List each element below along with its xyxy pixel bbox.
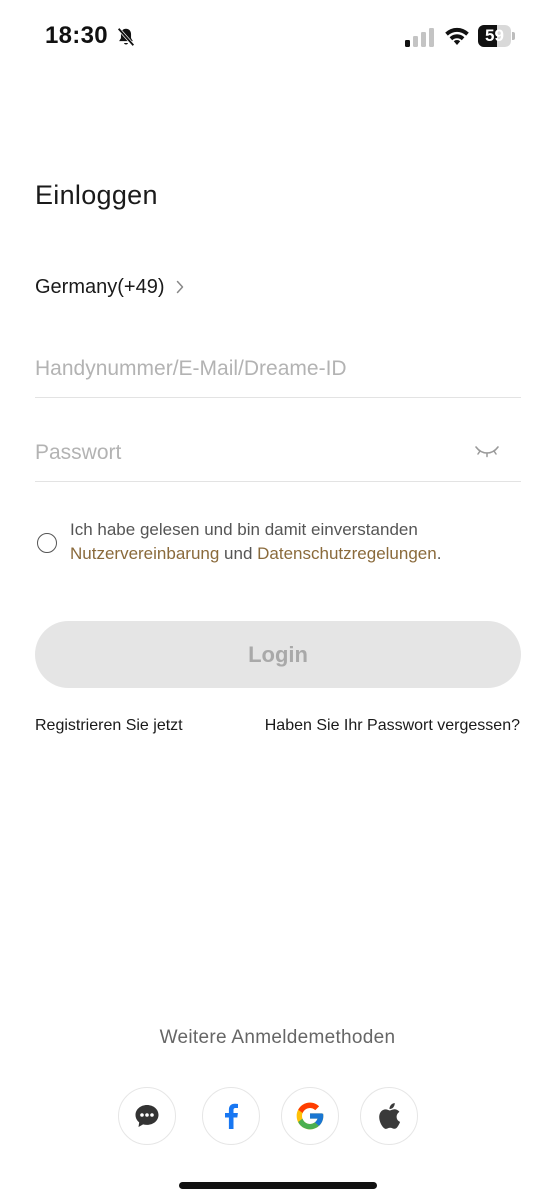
privacy-link[interactable]: Datenschutzregelungen <box>257 544 437 563</box>
social-login-row <box>0 1087 555 1147</box>
apple-login-button[interactable] <box>360 1087 418 1145</box>
chevron-right-icon <box>176 280 183 294</box>
country-label: Germany(+49) <box>35 275 165 298</box>
status-bar: 18:30 59 <box>0 0 555 74</box>
register-link[interactable]: Registrieren Sie jetzt <box>35 717 183 735</box>
status-time: 18:30 <box>45 22 108 49</box>
agreement-text-line2: Nutzervereinbarung und Datenschutzregelu… <box>70 542 520 566</box>
cellular-signal-icon <box>405 28 434 47</box>
terms-link[interactable]: Nutzervereinbarung <box>70 544 219 563</box>
agreement-text-line1: Ich habe gelesen und bin damit einversta… <box>70 520 418 539</box>
country-selector[interactable]: Germany(+49) <box>35 272 185 302</box>
eye-closed-icon[interactable] <box>473 443 501 459</box>
agreement-suffix: . <box>436 544 442 563</box>
battery-level: 59 <box>485 26 504 45</box>
agreement-text: Ich habe gelesen und bin damit einversta… <box>70 518 520 566</box>
agreement-connector: und <box>219 544 258 563</box>
battery-body: 59 <box>478 25 511 47</box>
bell-slash-icon <box>117 27 135 47</box>
agreement-checkbox[interactable] <box>37 533 57 553</box>
battery-tip <box>512 32 515 40</box>
chat-icon <box>135 1105 159 1127</box>
page-title: Einloggen <box>35 180 158 210</box>
wifi-icon <box>445 27 469 45</box>
home-indicator[interactable] <box>179 1182 377 1189</box>
google-icon <box>296 1102 324 1130</box>
account-field <box>35 341 521 398</box>
facebook-login-button[interactable] <box>202 1087 260 1145</box>
facebook-icon <box>225 1103 238 1129</box>
apple-icon <box>379 1103 401 1129</box>
battery-indicator: 59 <box>478 25 515 47</box>
account-input[interactable] <box>35 341 455 397</box>
chat-login-button[interactable] <box>118 1087 176 1145</box>
password-input[interactable] <box>35 425 455 481</box>
google-login-button[interactable] <box>281 1087 339 1145</box>
other-methods-label: Weitere Anmeldemethoden <box>159 1027 396 1048</box>
password-field <box>35 425 521 482</box>
login-button[interactable]: Login <box>35 621 521 688</box>
forgot-password-link[interactable]: Haben Sie Ihr Passwort vergessen? <box>265 717 520 735</box>
